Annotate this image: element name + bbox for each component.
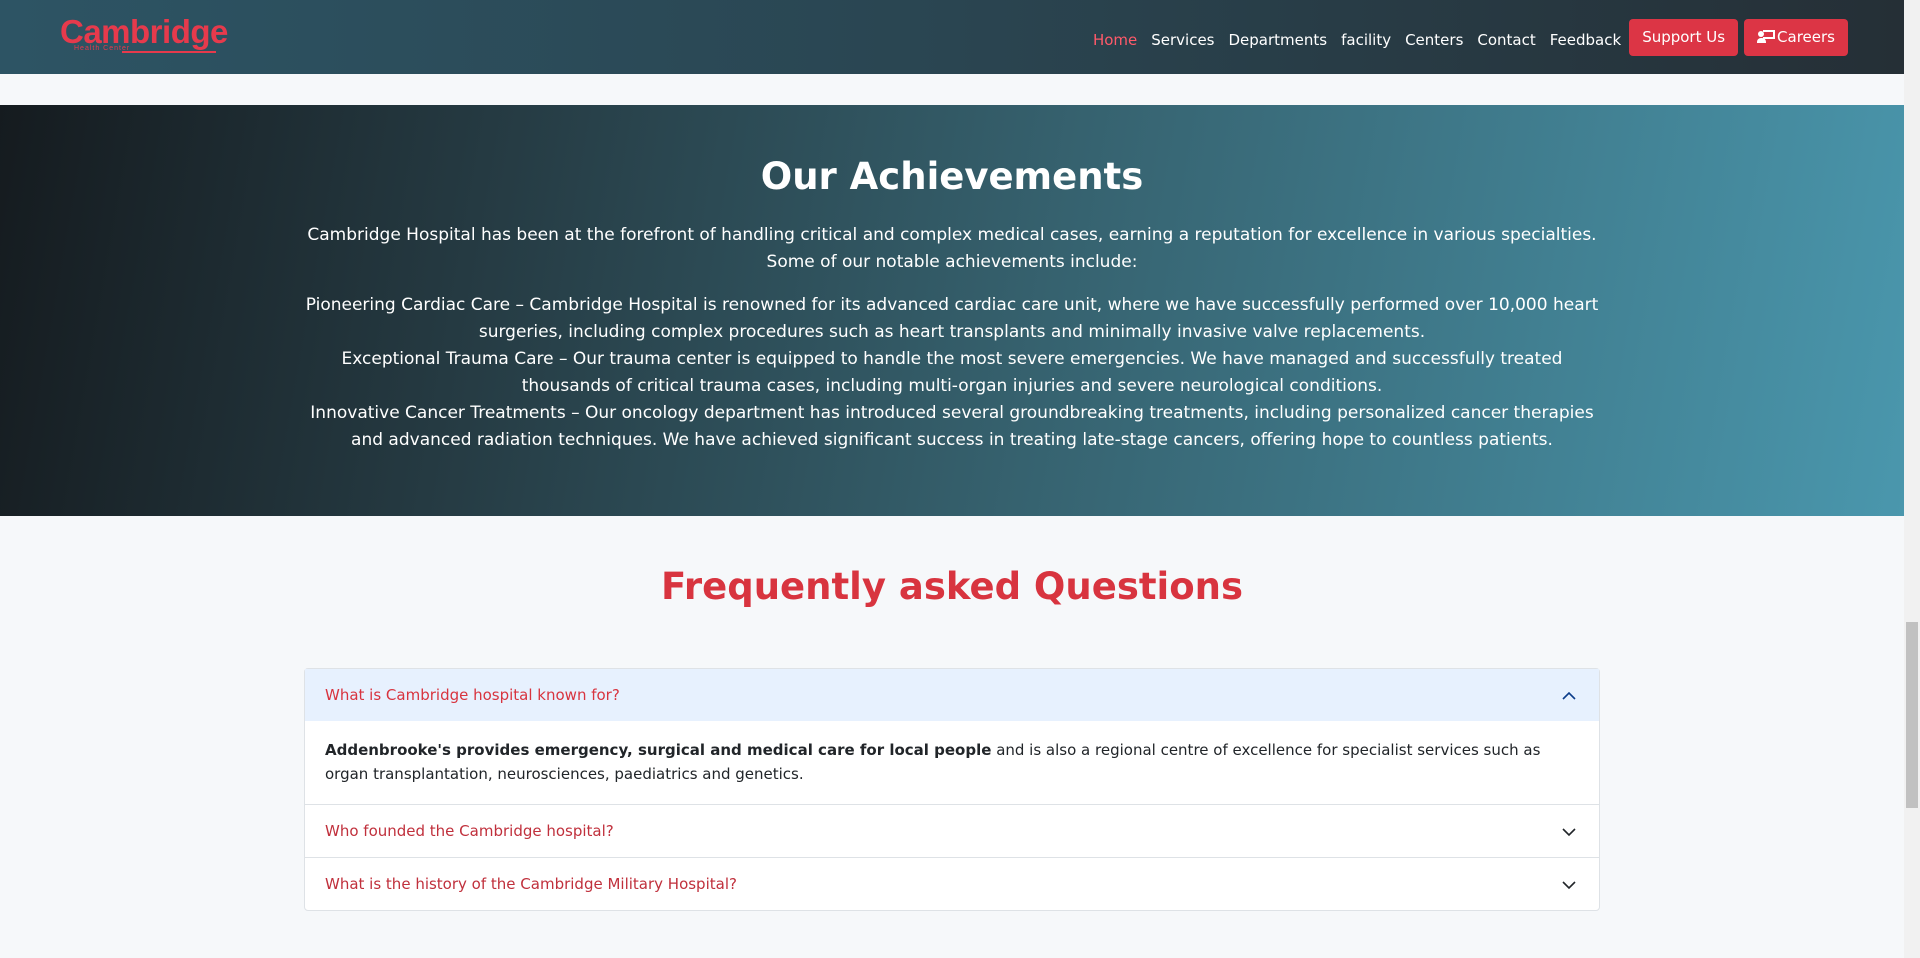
faq-item: Who founded the Cambridge hospital? (305, 804, 1599, 857)
nav-link-feedback[interactable]: Feedback (1550, 25, 1621, 49)
careers-label: Careers (1777, 28, 1835, 46)
faq-question-button[interactable]: What is Cambridge hospital known for? (305, 669, 1599, 721)
nav-link-departments[interactable]: Departments (1229, 25, 1328, 49)
chevron-up-icon (1561, 688, 1576, 702)
support-us-label: Support Us (1642, 28, 1726, 46)
chalkboard-teacher-icon (1757, 30, 1776, 44)
chevron-down-icon (1561, 877, 1576, 891)
cambridge-logo[interactable]: Cambridge Health Center (60, 14, 228, 56)
achievements-title: Our Achievements (760, 155, 1144, 198)
logo-underline (122, 51, 216, 53)
faq-title: Frequently asked Questions (660, 565, 1243, 608)
nav-link-centers[interactable]: Centers (1405, 25, 1463, 49)
faq-question-button[interactable]: What is the history of the Cambridge Mil… (305, 858, 1599, 910)
faq-answer-bold: Addenbrooke's provides emergency, surgic… (325, 741, 992, 759)
nav-link-facility[interactable]: facility (1341, 25, 1391, 49)
faq-answer: Addenbrooke's provides emergency, surgic… (305, 721, 1599, 804)
scrollbar-thumb[interactable] (1906, 622, 1918, 808)
achievements-list: Pioneering Cardiac Care – Cambridge Hosp… (300, 292, 1604, 454)
nav-link-contact[interactable]: Contact (1477, 25, 1535, 49)
faq-question: What is the history of the Cambridge Mil… (325, 875, 737, 893)
achievement-item: Pioneering Cardiac Care – Cambridge Hosp… (305, 295, 1599, 342)
nav-link-services[interactable]: Services (1151, 25, 1214, 49)
faq-item: What is the history of the Cambridge Mil… (305, 857, 1599, 910)
faq-item: What is Cambridge hospital known for? Ad… (305, 669, 1599, 804)
achievements-intro: Cambridge Hospital has been at the foref… (307, 225, 1597, 272)
page-scrollbar[interactable] (1904, 0, 1920, 958)
achievement-item: Exceptional Trauma Care – Our trauma cen… (341, 349, 1563, 396)
careers-button[interactable]: Careers (1744, 18, 1848, 56)
faq-question-button[interactable]: Who founded the Cambridge hospital? (305, 805, 1599, 857)
chevron-down-icon (1561, 824, 1576, 838)
faq-question: Who founded the Cambridge hospital? (325, 822, 614, 840)
faq-question: What is Cambridge hospital known for? (325, 686, 620, 704)
top-navbar: Cambridge Health Center Home Services De… (0, 0, 1904, 74)
support-us-button[interactable]: Support Us (1629, 18, 1739, 56)
achievements-section: Our Achievements Cambridge Hospital has … (0, 105, 1904, 516)
faq-accordion: What is Cambridge hospital known for? Ad… (304, 668, 1600, 911)
nav-links: Home Services Departments facility Cente… (1079, 0, 1848, 74)
nav-link-home[interactable]: Home (1093, 25, 1137, 49)
achievement-item: Innovative Cancer Treatments – Our oncol… (310, 403, 1594, 450)
